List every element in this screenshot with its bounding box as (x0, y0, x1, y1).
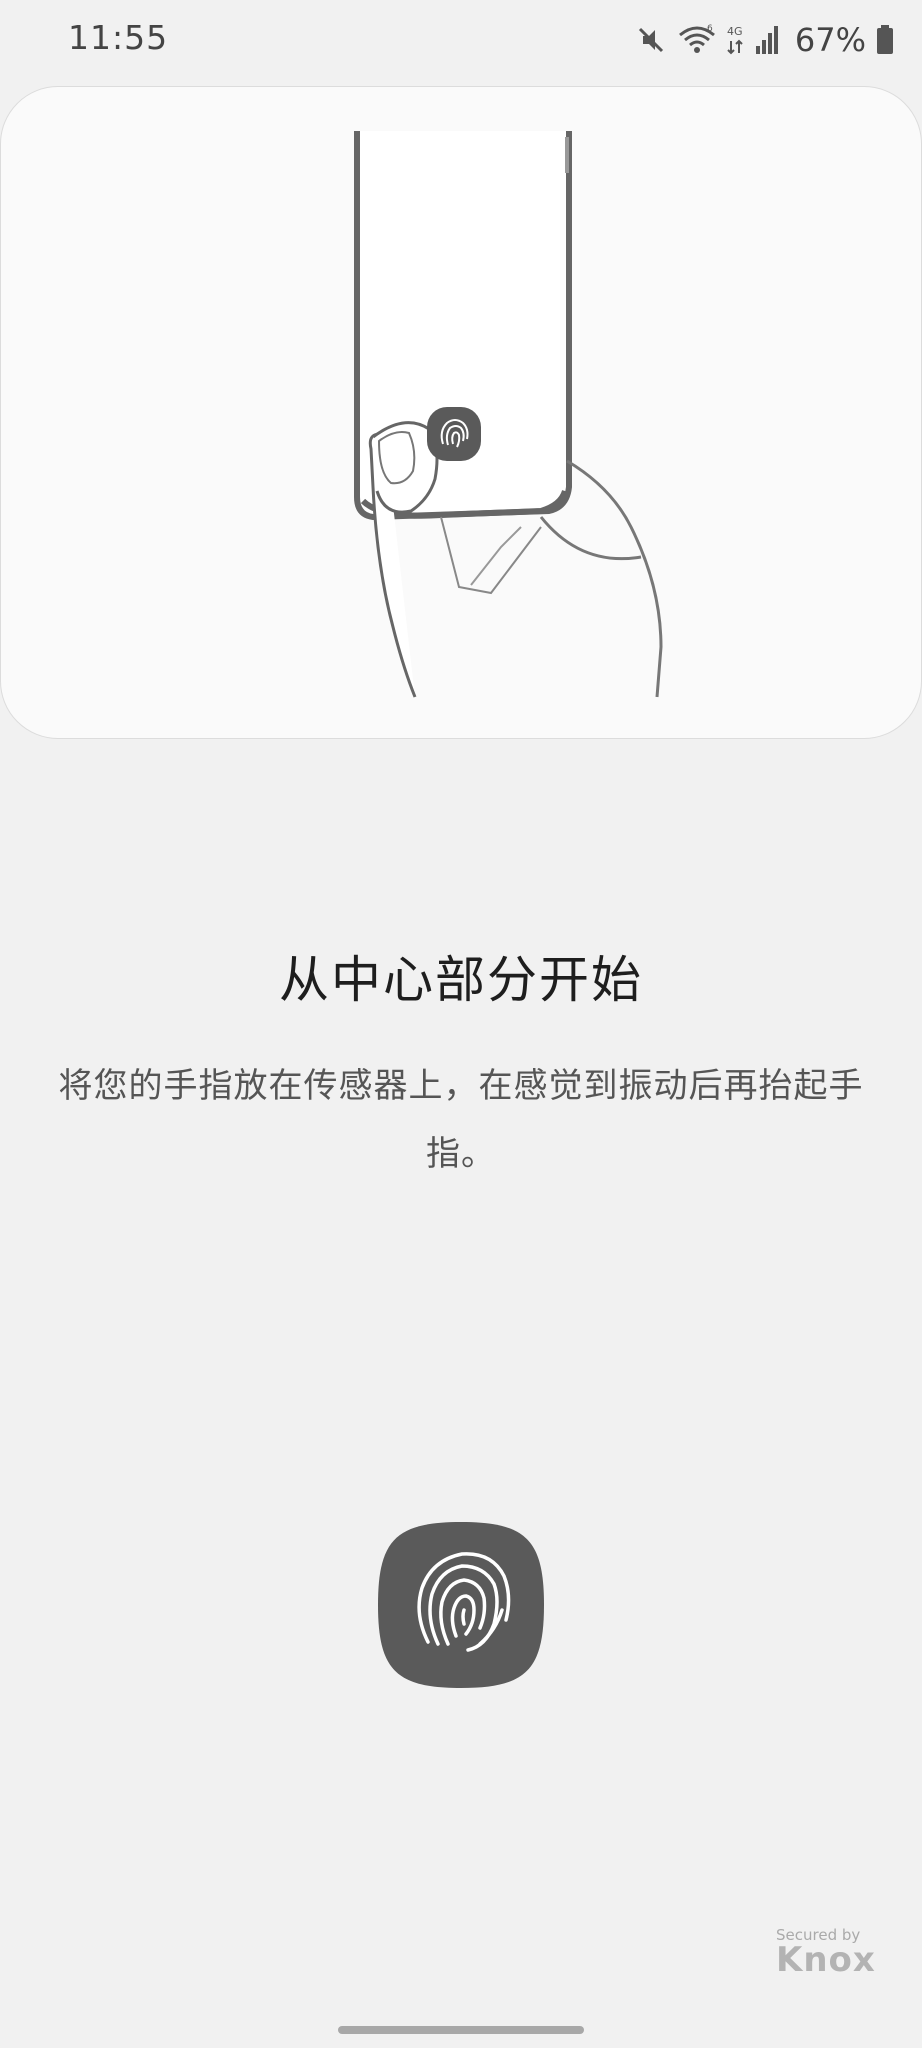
fingerprint-sensor-button[interactable] (376, 1520, 546, 1690)
svg-text:6: 6 (707, 24, 713, 34)
signal-bars-icon (755, 24, 781, 56)
illustration-card (0, 86, 922, 739)
page-title: 从中心部分开始 (279, 951, 643, 1009)
status-bar: 11:55 6 4G 67% (0, 0, 922, 84)
hand-holding-phone-illustration (354, 131, 663, 698)
fingerprint-icon (378, 1522, 544, 1688)
4g-signal-icon: 4G (727, 23, 745, 57)
battery-icon (876, 24, 894, 56)
instruction-text: 将您的手指放在传感器上，在感觉到振动后再抬起手指。 (58, 1066, 864, 1174)
knox-badge: Secured by Knox (776, 1926, 876, 1980)
status-icons: 6 4G 67% (635, 18, 894, 62)
svg-text:4G: 4G (727, 25, 743, 38)
mute-icon (635, 24, 667, 56)
wifi-icon: 6 (677, 23, 717, 57)
home-indicator[interactable] (338, 2026, 584, 2034)
knox-logo: Knox (776, 1940, 876, 1980)
battery-percent: 67% (794, 21, 866, 59)
status-time: 11:55 (68, 18, 169, 57)
